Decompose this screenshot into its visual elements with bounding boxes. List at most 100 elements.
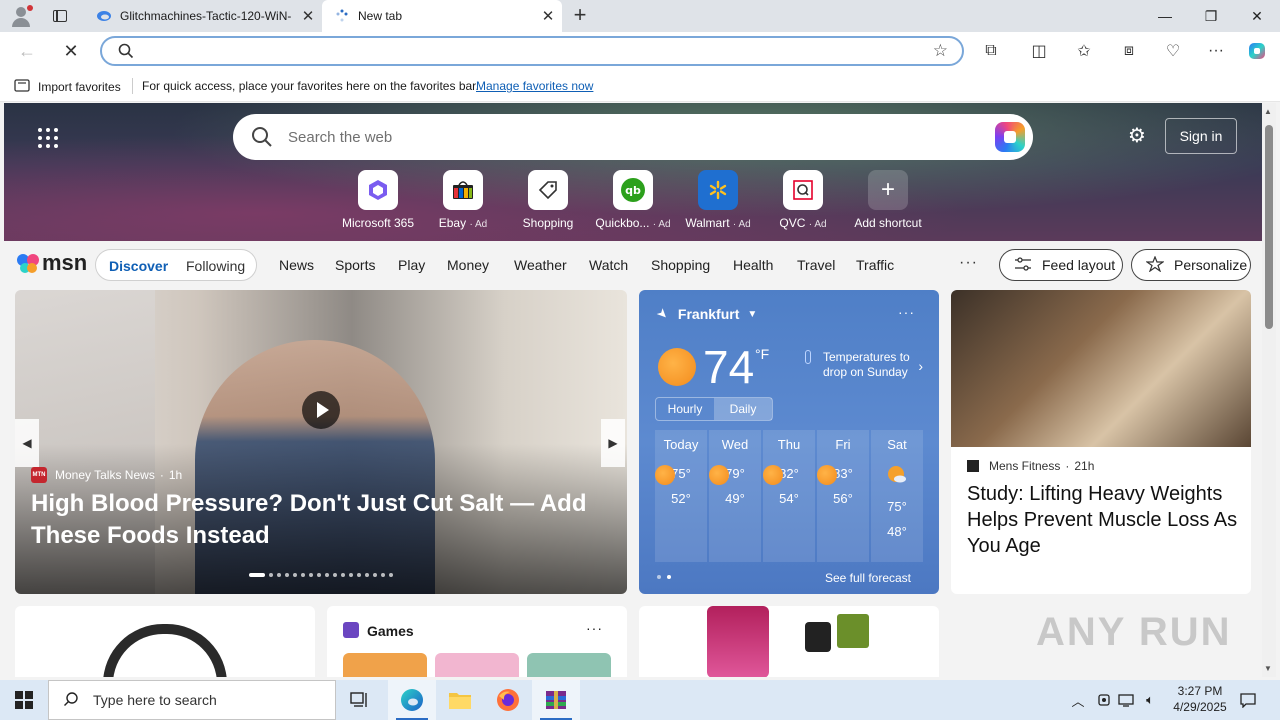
nav-shopping[interactable]: Shopping bbox=[651, 257, 710, 273]
start-button[interactable] bbox=[0, 680, 48, 720]
games-more-icon[interactable]: ··· bbox=[586, 620, 603, 636]
edge-taskbar-icon[interactable] bbox=[388, 680, 436, 720]
temperature-unit[interactable]: °F bbox=[755, 346, 769, 362]
sign-in-button[interactable]: Sign in bbox=[1165, 118, 1237, 154]
forecast-day[interactable]: Sat 75° 48° bbox=[871, 430, 923, 562]
sunny-icon bbox=[709, 465, 729, 485]
weather-card[interactable]: ➤ Frankfurt ▼ ··· 74 °F Temperatures to … bbox=[639, 290, 939, 594]
chevron-right-icon[interactable]: › bbox=[918, 358, 923, 374]
nav-sports[interactable]: Sports bbox=[335, 257, 375, 273]
firefox-icon[interactable] bbox=[484, 680, 532, 720]
following-tab[interactable]: Following bbox=[186, 258, 245, 274]
stop-loading-icon[interactable]: ✕ bbox=[58, 39, 84, 63]
hourly-tab[interactable]: Hourly bbox=[656, 398, 714, 420]
games-card[interactable]: Games ··· bbox=[327, 606, 627, 677]
close-window-icon[interactable]: ✕ bbox=[1234, 0, 1280, 32]
tab-close-icon[interactable]: ✕ bbox=[294, 7, 322, 25]
story-headline[interactable]: Study: Lifting Heavy Weights Helps Preve… bbox=[967, 481, 1239, 559]
shortcut-qvc[interactable]: QVC · Ad bbox=[760, 170, 846, 230]
extensions-icon[interactable]: ⧉ bbox=[980, 40, 1002, 62]
nav-watch[interactable]: Watch bbox=[589, 257, 628, 273]
forecast-day[interactable]: Today 75° 52° bbox=[655, 430, 707, 562]
main-story-card[interactable]: ◀ ▶ MTN Money Talks News · 1h High Blood… bbox=[15, 290, 627, 594]
manage-favorites-link[interactable]: Manage favorites now bbox=[476, 79, 593, 93]
app-launcher-icon[interactable] bbox=[38, 128, 58, 148]
personalize-button[interactable]: Personalize bbox=[1131, 249, 1251, 281]
msn-logo[interactable]: msn bbox=[16, 250, 87, 276]
clock-date: 4/29/2025 bbox=[1173, 700, 1227, 714]
copilot-icon[interactable] bbox=[1246, 40, 1268, 62]
discover-tab[interactable]: Discover bbox=[109, 258, 168, 274]
volume-icon[interactable]: 🔈︎ bbox=[1140, 680, 1160, 720]
game-thumbnail[interactable] bbox=[435, 653, 519, 677]
shortcut-ebay[interactable]: Ebay · Ad bbox=[420, 170, 506, 230]
browser-essentials-icon[interactable]: ♡ bbox=[1162, 40, 1184, 62]
nav-travel[interactable]: Travel bbox=[797, 257, 835, 273]
story-headline[interactable]: High Blood Pressure? Don't Just Cut Salt… bbox=[31, 488, 591, 552]
game-thumbnail[interactable] bbox=[343, 653, 427, 677]
weather-more-icon[interactable]: ··· bbox=[898, 304, 915, 320]
more-menu-icon[interactable]: ··· bbox=[1205, 40, 1227, 62]
favorite-star-icon[interactable]: ☆ bbox=[933, 41, 948, 61]
play-video-icon[interactable] bbox=[302, 391, 340, 429]
nav-health[interactable]: Health bbox=[733, 257, 773, 273]
web-search-box[interactable]: Search the web bbox=[233, 114, 1033, 160]
tab-close-icon[interactable]: ✕ bbox=[534, 7, 562, 25]
import-favorites-button[interactable]: Import favorites bbox=[14, 78, 121, 95]
nav-money[interactable]: Money bbox=[447, 257, 489, 273]
nav-news[interactable]: News bbox=[279, 257, 314, 273]
restore-icon[interactable]: ❐ bbox=[1188, 0, 1234, 32]
shortcut-label: QVC bbox=[779, 216, 806, 230]
back-icon[interactable]: ← bbox=[14, 39, 40, 63]
winrar-icon[interactable] bbox=[532, 680, 580, 720]
daily-tab[interactable]: Daily bbox=[714, 398, 772, 420]
network-icon[interactable] bbox=[1116, 680, 1136, 720]
fitness-story-card[interactable]: Mens Fitness · 21h Study: Lifting Heavy … bbox=[951, 290, 1251, 594]
carousel-next-icon[interactable]: ▶ bbox=[601, 419, 625, 467]
system-clock[interactable]: 3:27 PM 4/29/2025 bbox=[1160, 683, 1240, 715]
shortcut-shopping[interactable]: Shopping bbox=[505, 170, 591, 230]
task-view-icon[interactable] bbox=[336, 680, 384, 720]
product-card[interactable] bbox=[15, 606, 315, 677]
nav-traffic[interactable]: Traffic bbox=[856, 257, 894, 273]
scrollbar-thumb[interactable] bbox=[1265, 125, 1273, 329]
scroll-up-icon[interactable]: ▲ bbox=[1264, 107, 1272, 116]
shortcut-quickbooks[interactable]: qb Quickbo... · Ad bbox=[590, 170, 676, 230]
forecast-day[interactable]: Wed 79° 49° bbox=[709, 430, 761, 562]
tab-actions-icon[interactable] bbox=[50, 6, 70, 26]
favorites-icon[interactable]: ✩ bbox=[1073, 40, 1095, 62]
scroll-down-icon[interactable]: ▼ bbox=[1264, 664, 1272, 673]
tab-new-tab[interactable]: New tab ✕ bbox=[322, 0, 562, 32]
split-screen-icon[interactable]: ◫ bbox=[1028, 40, 1050, 62]
story-source: MTN Money Talks News · 1h bbox=[31, 467, 183, 483]
add-shortcut-button[interactable]: + Add shortcut bbox=[845, 170, 931, 230]
show-hidden-icons-icon[interactable]: ︿ bbox=[1068, 680, 1088, 720]
collections-icon[interactable]: ⧈ bbox=[1118, 40, 1140, 62]
nav-weather[interactable]: Weather bbox=[514, 257, 567, 273]
forecast-day[interactable]: Thu 82° 54° bbox=[763, 430, 815, 562]
device-icon[interactable] bbox=[1094, 680, 1114, 720]
carousel-prev-icon[interactable]: ◀ bbox=[15, 419, 39, 467]
weather-note[interactable]: Temperatures to drop on Sunday bbox=[823, 350, 913, 380]
ad-card[interactable] bbox=[639, 606, 939, 677]
more-nav-icon[interactable]: ··· bbox=[959, 254, 978, 272]
game-thumbnail[interactable] bbox=[527, 653, 611, 677]
minimize-icon[interactable]: — bbox=[1142, 0, 1188, 32]
settings-gear-icon[interactable]: ⚙ bbox=[1126, 125, 1148, 147]
new-tab-button[interactable]: + bbox=[568, 4, 592, 28]
nav-play[interactable]: Play bbox=[398, 257, 425, 273]
address-bar[interactable]: ☆ bbox=[100, 36, 964, 66]
shortcut-microsoft-365[interactable]: Microsoft 365 bbox=[335, 170, 421, 230]
file-explorer-icon[interactable] bbox=[436, 680, 484, 720]
weather-location[interactable]: ➤ Frankfurt ▼ bbox=[654, 304, 758, 322]
copilot-icon[interactable] bbox=[995, 122, 1025, 152]
taskbar-search-box[interactable]: Type here to search bbox=[48, 680, 336, 720]
forecast-day[interactable]: Fri 83° 56° bbox=[817, 430, 869, 562]
profile-icon[interactable] bbox=[8, 4, 34, 28]
see-full-forecast-link[interactable]: See full forecast bbox=[825, 571, 911, 585]
notifications-icon[interactable] bbox=[1236, 680, 1260, 720]
page-scrollbar[interactable]: ▲ ▼ bbox=[1262, 103, 1276, 677]
feed-layout-button[interactable]: Feed layout bbox=[999, 249, 1123, 281]
tab-glitchmachines[interactable]: Glitchmachines-Tactic-120-WiN- ✕ bbox=[84, 0, 322, 32]
shortcut-walmart[interactable]: Walmart · Ad bbox=[675, 170, 761, 230]
